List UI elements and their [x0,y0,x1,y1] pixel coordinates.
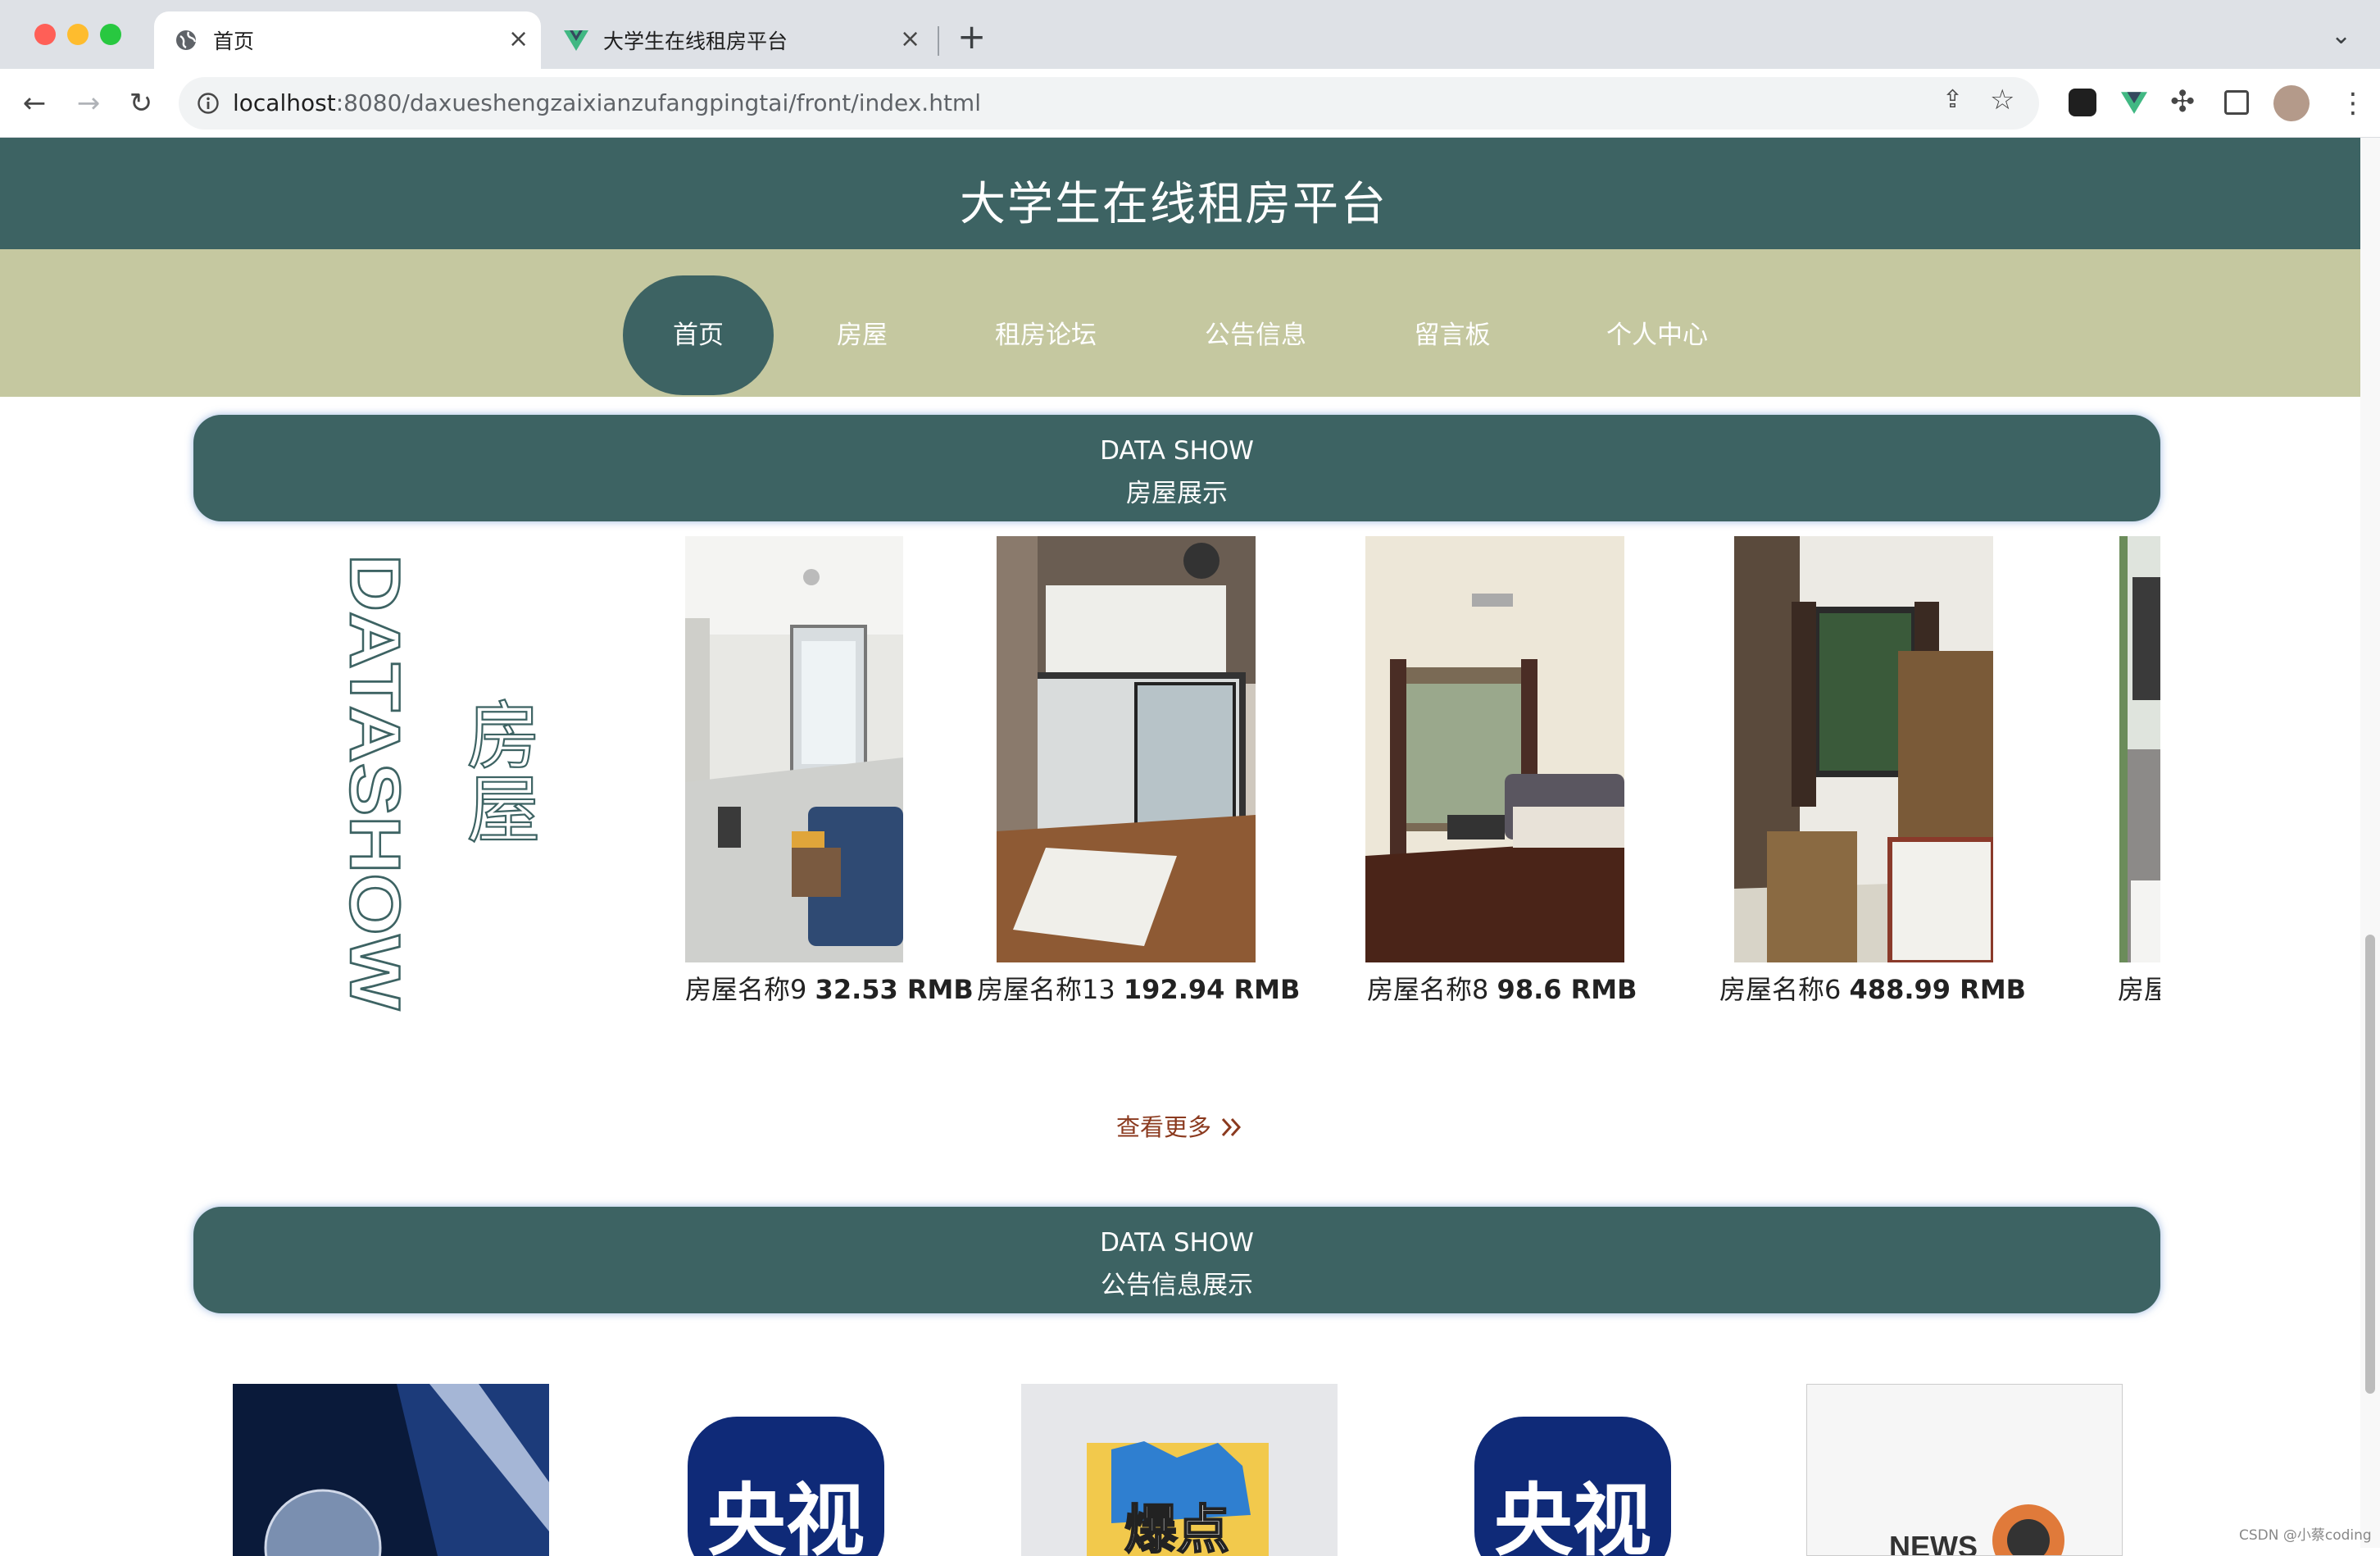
nav-item-profile[interactable]: 个人中心 [1592,275,1723,395]
house-name: 房屋名称8 [1367,974,1489,1005]
house-price: 488.99 RMB [1849,974,2027,1005]
notice-image: 爆点 [1021,1384,1338,1556]
tab-title: 首页 [213,30,255,53]
house-name: 房屋名称6 [1719,974,1842,1005]
house-caption: 房屋名称9 32.53 RMB [685,969,974,1007]
view-more-label: 查看更多 [1116,1113,1212,1141]
notice-image: 央视 [628,1384,944,1556]
tab-home[interactable]: 首页 × [154,11,541,69]
reload-icon[interactable]: ↻ [123,87,159,120]
notice-card[interactable]: 央视 [628,1384,944,1556]
browser-toolbar: ← → ↻ localhost:8080/daxueshengzaixianzu… [0,69,2380,138]
url-host: localhost [233,89,336,116]
double-chevron-right-icon [1222,1117,1242,1137]
extensions-puzzle-icon[interactable]: ✣ [2170,85,2195,119]
house-caption: 房屋名称6 488.99 RMB [1719,969,2026,1007]
back-icon[interactable]: ← [16,87,52,120]
house-name: 房屋名称13 [977,974,1115,1005]
notice-image [233,1384,549,1556]
section-title-en: DATA SHOW [1100,436,1254,466]
house-caption: 房屋名称13 192.94 RMB [977,969,1300,1007]
notice-image: NEWS [1807,1385,2122,1556]
notice-card[interactable]: 爆点 [1021,1384,1338,1556]
tab-platform[interactable]: 大学生在线租房平台 × [547,11,933,69]
house-photo[interactable] [1365,536,1624,962]
nav-item-houses[interactable]: 房屋 [820,275,905,395]
address-bar[interactable]: localhost:8080/daxueshengzaixianzufangpi… [179,77,2039,130]
houses-carousel[interactable]: 房屋名称9 32.53 RMB 房屋名称13 192.94 RMB 房屋名称8 … [685,536,2160,1028]
house-card[interactable]: 房屋名称6 488.99 RMB [1719,536,2046,1028]
house-card[interactable]: 房屋名称8 98.6 RMB [1365,536,1677,1028]
site-info-icon[interactable] [197,92,220,115]
bookmark-star-icon[interactable]: ☆ [1990,84,2014,116]
share-icon[interactable]: ⇪ [1942,85,1963,114]
house-name: 房屋 [2118,974,2160,1005]
side-panel-icon[interactable] [2224,90,2249,115]
view-more-link[interactable]: 查看更多 [1116,1108,1243,1143]
house-price: 32.53 RMB [815,974,974,1005]
site-title: 大学生在线租房平台 [960,178,1388,231]
houses-vertical-label: 房屋 [456,697,538,845]
section-title-en: DATA SHOW [1100,1228,1254,1258]
tab-title: 大学生在线租房平台 [603,30,788,53]
section-title-zh: 公告信息展示 [1101,1271,1253,1300]
datashow-vertical-label: DATASHOW [344,554,410,1012]
house-photo[interactable] [685,536,903,962]
nav-item-notices[interactable]: 公告信息 [1190,275,1321,395]
browser-menu-icon[interactable]: ⋮ [2339,87,2367,120]
site-header: 大学生在线租房平台 [0,138,2380,249]
notice-image-text: 央视 [707,1475,865,1556]
house-card[interactable]: 房屋名称13 192.94 RMB [977,536,1308,1028]
page-scrollbar[interactable] [2360,138,2380,1548]
side-label-en: DATASHOW [344,554,410,1011]
nav-item-forum[interactable]: 租房论坛 [980,275,1111,395]
notice-image: 央视 [1415,1384,1731,1556]
tab-divider [938,26,939,56]
houses-section-header: DATA SHOW 房屋展示 [193,415,2160,521]
forward-icon[interactable]: → [70,87,107,120]
house-name: 房屋名称9 [685,974,807,1005]
house-caption: 房屋 [2118,969,2160,1007]
maximize-window-button[interactable] [100,24,121,45]
new-tab-button[interactable]: + [957,16,986,57]
house-photo[interactable] [2119,536,2160,962]
house-card[interactable]: 房屋名称9 32.53 RMB [685,536,974,1028]
notice-image-text: NEWS [1889,1530,1978,1556]
notice-card[interactable]: NEWS [1806,1384,2123,1556]
browser-tab-bar: 首页 × 大学生在线租房平台 × + ⌄ [0,0,2380,69]
minimize-window-button[interactable] [67,24,89,45]
nav-item-home[interactable]: 首页 [623,275,774,395]
notice-card[interactable]: 央视 [1415,1384,1731,1556]
side-label-zh: 房屋 [456,697,538,844]
url-text[interactable]: localhost:8080/daxueshengzaixianzufangpi… [233,89,981,116]
url-path: :8080/daxueshengzaixianzufangpingtai/fro… [335,89,981,116]
house-price: 98.6 RMB [1497,974,1637,1005]
main-nav: 首页 房屋 租房论坛 公告信息 留言板 个人中心 [0,249,2380,397]
nav-item-message-board[interactable]: 留言板 [1393,275,1511,395]
close-tab-icon[interactable]: × [900,25,920,53]
tab-search-icon[interactable]: ⌄ [2331,21,2351,50]
notices-section-header: DATA SHOW 公告信息展示 [193,1207,2160,1313]
close-window-button[interactable] [34,24,56,45]
notice-image-text: 央视 [1494,1475,1651,1556]
house-card[interactable]: 房屋 [2118,536,2160,1028]
notice-card[interactable] [233,1384,549,1556]
vue-logo-icon [564,30,588,51]
vue-devtools-icon[interactable] [2121,90,2147,115]
profile-avatar[interactable] [2273,85,2310,121]
section-title-zh: 房屋展示 [1126,479,1228,508]
house-photo[interactable] [1734,536,1993,962]
house-price: 192.94 RMB [1123,974,1301,1005]
scrollbar-thumb[interactable] [2365,935,2375,1394]
house-caption: 房屋名称8 98.6 RMB [1367,969,1637,1007]
globe-icon [176,30,197,50]
extension-icon[interactable] [2069,89,2096,116]
watermark: CSDN @小蔡coding [2239,1527,2372,1544]
close-tab-icon[interactable]: × [508,25,529,53]
house-photo[interactable] [997,536,1256,962]
